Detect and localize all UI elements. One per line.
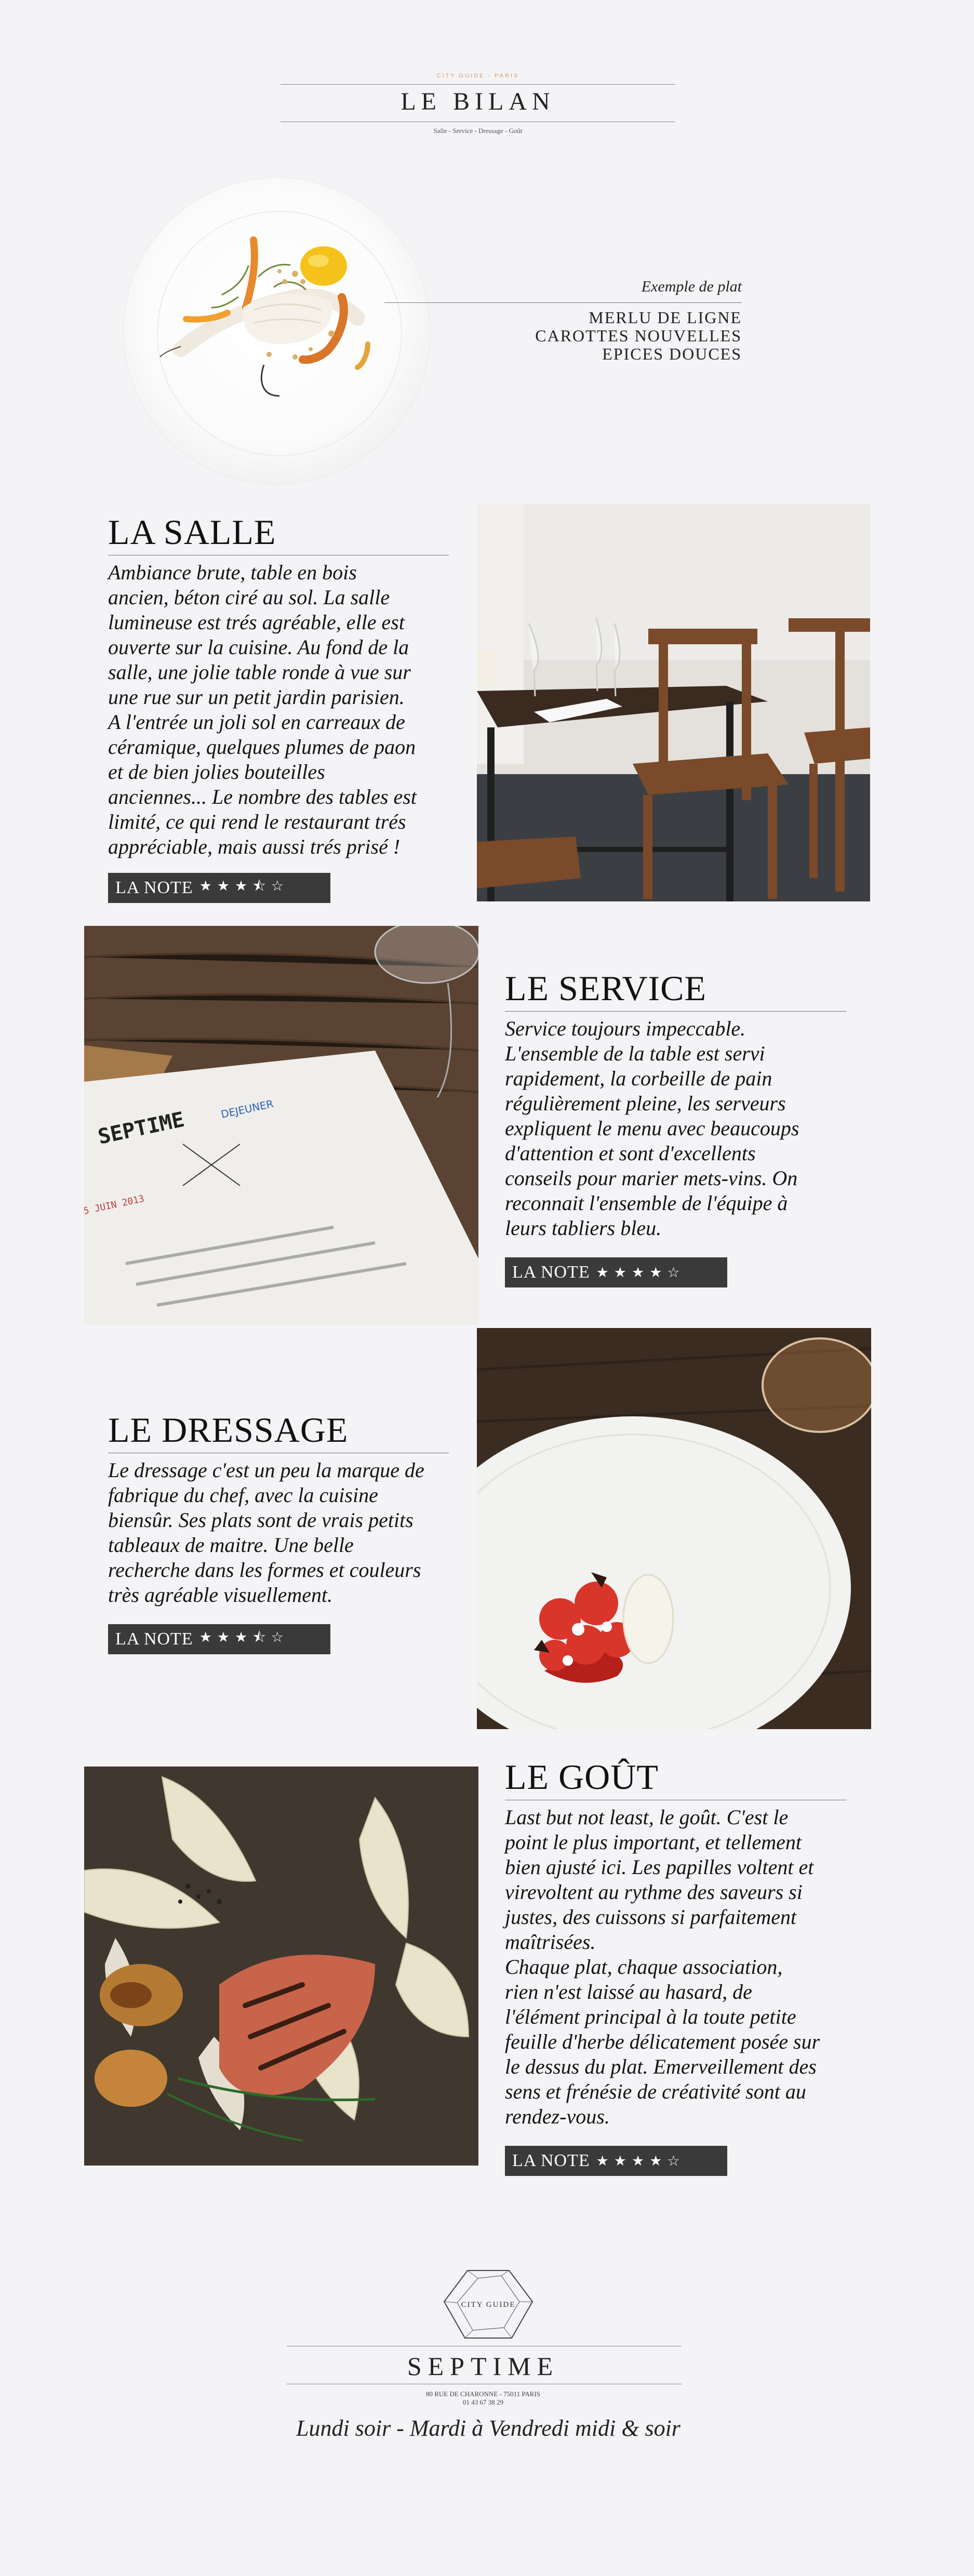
section-title-dressage: LE DRESSAGE <box>108 1410 349 1450</box>
section-title-salle: LA SALLE <box>108 512 276 552</box>
grilled-fish-illustration <box>84 1767 478 2166</box>
rating-stars: ★★★★☆ <box>596 2153 685 2169</box>
featured-leader-line <box>384 302 742 303</box>
rating-label: LA NOTE <box>512 2151 590 2170</box>
rating-label: LA NOTE <box>512 1263 590 1282</box>
dressage-photo <box>477 1328 871 1729</box>
header-kicker: CITY GUIDE - PARIS <box>436 73 519 79</box>
header-tagline: Salle - Service - Dressage - Goût <box>433 127 523 135</box>
footer-contact: 80 RUE DE CHARONNE - 75011 PARIS 01 43 6… <box>281 2390 686 2407</box>
strawberry-dessert-illustration <box>477 1328 871 1729</box>
rating-bar-salle: LA NOTE ★★★⯪☆ <box>108 873 330 903</box>
dish-line: EPICES DOUCES <box>602 344 742 363</box>
gout-photo <box>84 1767 478 2166</box>
section-text-dressage: Le dressage c'est un peu la marque de fa… <box>108 1458 424 1606</box>
rating-bar-dressage: LA NOTE ★★★⯪☆ <box>108 1624 330 1654</box>
section-text-service: Service toujours impeccable. L'ensemble … <box>505 1017 799 1240</box>
footer-phone: 01 43 67 38 29 <box>463 2398 503 2406</box>
city-guide-logo: CITY GUIDE <box>442 2265 535 2343</box>
dish-line: CAROTTES NOUVELLES <box>535 326 742 345</box>
salle-photo <box>477 504 870 901</box>
featured-dish-kicker: Exemple de plat <box>641 278 742 295</box>
menu-card-illustration: SEPTIME DEJEUNER 5 JUIN 2013 <box>84 926 478 1325</box>
plated-carrots-illustration <box>157 211 402 456</box>
footer-restaurant-name: SEPTIME <box>407 2352 559 2381</box>
rating-bar-service: LA NOTE ★★★★☆ <box>505 1257 727 1287</box>
footer-hours: Lundi soir - Mardi à Vendredi midi & soi… <box>296 2415 681 2441</box>
featured-dish-photo <box>124 178 430 484</box>
header-brand: LE BILAN <box>401 88 555 115</box>
service-photo: SEPTIME DEJEUNER 5 JUIN 2013 <box>84 926 478 1325</box>
rating-bar-gout: LA NOTE ★★★★☆ <box>505 2146 727 2176</box>
geometric-logo-icon: CITY GUIDE <box>443 2270 533 2339</box>
rating-stars: ★★★★☆ <box>596 1264 685 1281</box>
logo-text: CITY GUIDE <box>461 2301 516 2309</box>
footer-address: 80 RUE DE CHARONNE - 75011 PARIS <box>425 2390 541 2398</box>
featured-dish-name: MERLU DE LIGNE CAROTTES NOUVELLES EPICES… <box>468 309 742 363</box>
section-title-gout: LE GOÛT <box>505 1757 659 1797</box>
section-text-salle: Ambiance brute, table en bois ancien, bé… <box>108 561 417 858</box>
section-rule-service <box>505 1011 847 1012</box>
rating-label: LA NOTE <box>115 1629 193 1649</box>
rating-stars: ★★★⯪☆ <box>199 1629 289 1645</box>
header-top-rule <box>281 84 675 85</box>
rating-stars: ★★★⯪☆ <box>199 878 289 894</box>
section-text-gout: Last but not least, le goût. C'est le po… <box>505 1805 820 2128</box>
section-title-service: LE SERVICE <box>505 968 706 1008</box>
dining-room-illustration <box>477 504 870 901</box>
rating-label: LA NOTE <box>115 878 193 897</box>
dish-line: MERLU DE LIGNE <box>589 308 742 327</box>
